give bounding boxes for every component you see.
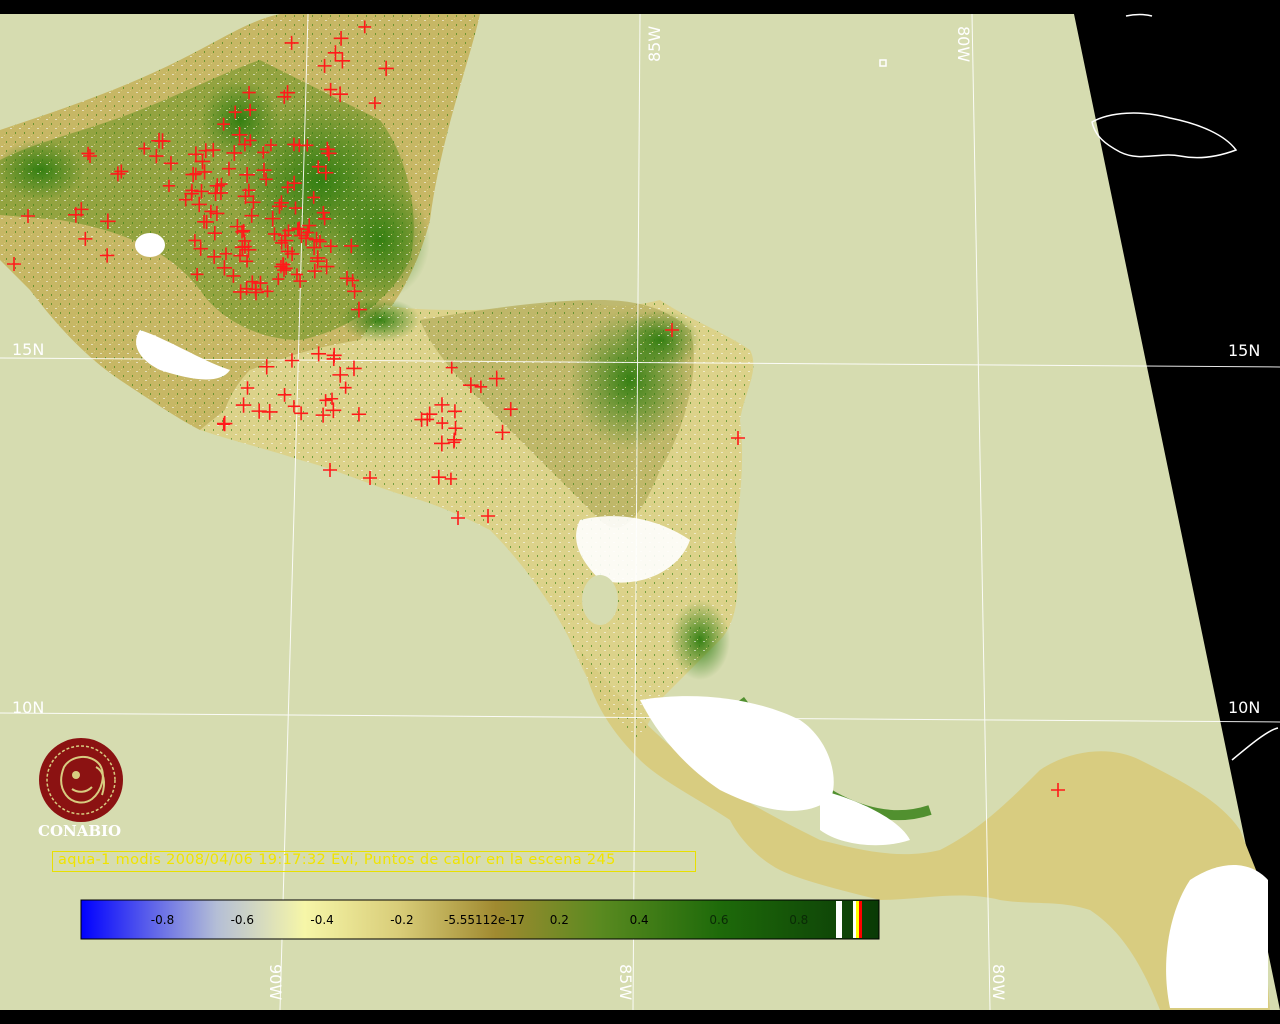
colorbar-tick-label: -0.6 bbox=[231, 913, 254, 927]
colorbar-tick-label: -0.8 bbox=[151, 913, 174, 927]
colorbar-tick-label: 0.4 bbox=[630, 913, 649, 927]
lon-label-85-bottom: 85W bbox=[616, 964, 635, 1000]
lat-label-15-left: 15N bbox=[12, 340, 44, 359]
colorbar-marker-red bbox=[859, 901, 862, 938]
colorbar-tick-label: 0.8 bbox=[789, 913, 808, 927]
colorbar-marker-yellow bbox=[856, 901, 859, 938]
colorbar-marker-white-1 bbox=[836, 901, 842, 938]
lat-label-10-left: 10N bbox=[12, 698, 44, 717]
lat-label-15-right: 15N bbox=[1228, 341, 1260, 360]
lon-label-85-top: 85W bbox=[645, 26, 664, 62]
scene-caption: aqua-1 modis 2008/04/06 19:17:32 Evi, Pu… bbox=[58, 852, 616, 868]
lon-label-90-bottom: 90W bbox=[266, 964, 285, 1000]
colorbar-marker-white-2 bbox=[853, 901, 856, 938]
colorbar: -0.8 -0.6 -0.4 -0.2 -5.55112e-17 0.2 0.4 0.6 0.8 bbox=[80, 899, 880, 940]
colorbar-tick-label: 0.6 bbox=[709, 913, 728, 927]
conabio-logo-text: CONABIO bbox=[38, 822, 122, 840]
conabio-mask-logo-icon bbox=[39, 738, 123, 822]
lon-label-80-top: 80W bbox=[954, 26, 973, 62]
colorbar-tick-label: -0.4 bbox=[310, 913, 333, 927]
colorbar-tick-label: -0.2 bbox=[390, 913, 413, 927]
colorbar-tick-label: 0.2 bbox=[550, 913, 569, 927]
colorbar-tick-label: -5.55112e-17 bbox=[444, 913, 525, 927]
lon-label-80-bottom: 80W bbox=[989, 964, 1008, 1000]
lat-label-10-right: 10N bbox=[1228, 698, 1260, 717]
colorbar-ticks: -0.8 -0.6 -0.4 -0.2 -5.55112e-17 0.2 0.4 0.6 0.8 bbox=[151, 913, 808, 927]
